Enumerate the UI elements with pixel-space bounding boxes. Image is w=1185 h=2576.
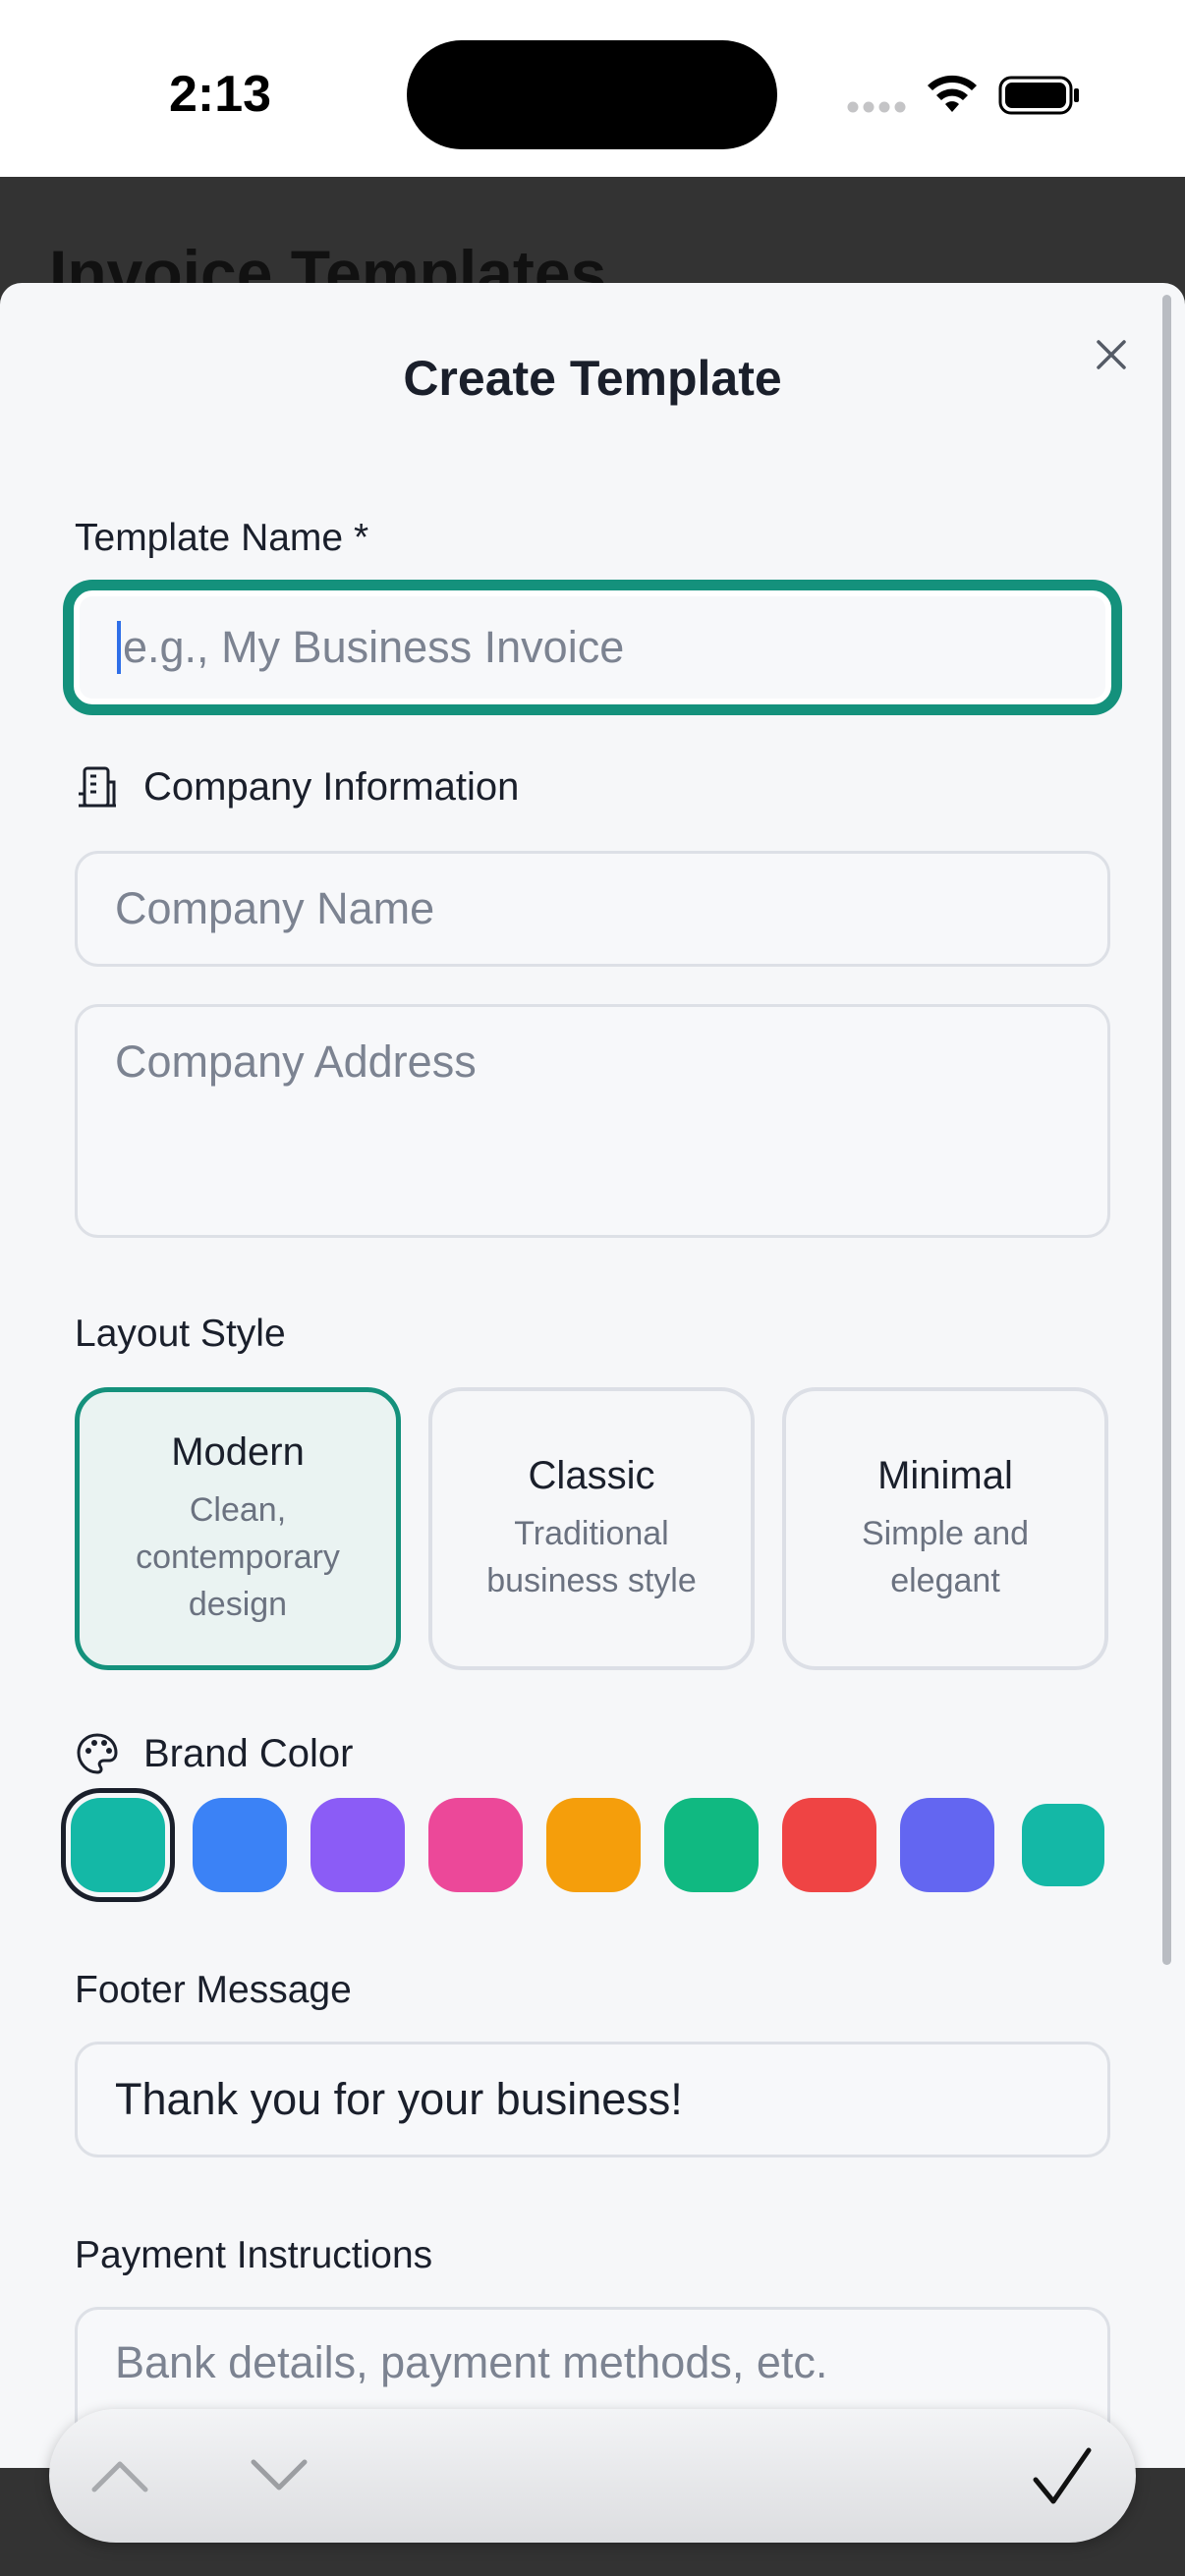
close-button[interactable] (1089, 332, 1134, 377)
brand-color-swatch[interactable] (546, 1798, 641, 1892)
dynamic-island (407, 40, 777, 149)
layout-style-label: Layout Style (75, 1313, 286, 1355)
battery-icon (998, 76, 1079, 115)
next-field-icon[interactable] (250, 2458, 309, 2493)
footer-message-label: Footer Message (75, 1969, 352, 2011)
layout-option-modern[interactable]: Modern Clean, contemporary design (75, 1387, 401, 1670)
layout-option-minimal[interactable]: Minimal Simple and elegant (782, 1387, 1108, 1670)
brand-color-label: Brand Color (143, 1731, 354, 1775)
layout-option-name: Modern (171, 1429, 305, 1474)
wifi-icon (928, 75, 977, 112)
palette-icon (77, 1733, 118, 1774)
layout-option-description: Simple and elegant (861, 1514, 1030, 1599)
template-name-label: Template Name * (75, 517, 369, 559)
brand-color-swatch[interactable] (310, 1798, 405, 1892)
brand-color-swatch[interactable] (782, 1798, 876, 1892)
done-checkmark-icon[interactable] (1032, 2446, 1093, 2507)
scrollbar[interactable] (1162, 295, 1171, 1965)
company-address-placeholder: Company Address (115, 1036, 477, 1087)
cellular-signal-icon (847, 101, 906, 113)
text-caret (117, 621, 121, 674)
company-information-label: Company Information (143, 764, 520, 809)
company-information-heading: Company Information (75, 764, 519, 810)
company-name-input[interactable]: Company Name (75, 851, 1110, 967)
template-name-input[interactable]: e.g., My Business Invoice (69, 586, 1116, 709)
footer-message-value: Thank you for your business! (115, 2074, 683, 2124)
footer-message-input[interactable]: Thank you for your business! (75, 2042, 1110, 2157)
payment-instructions-placeholder: Bank details, payment methods, etc. (115, 2337, 828, 2387)
brand-color-swatch[interactable] (664, 1798, 759, 1892)
brand-color-heading: Brand Color (75, 1731, 353, 1776)
brand-color-swatch[interactable] (71, 1798, 165, 1892)
layout-option-name: Minimal (877, 1453, 1013, 1497)
brand-color-swatch[interactable] (900, 1798, 994, 1892)
building-icon (79, 766, 116, 808)
close-icon (1097, 340, 1126, 369)
brand-color-swatch[interactable] (193, 1798, 287, 1892)
status-time: 2:13 (169, 66, 272, 123)
previous-field-icon[interactable] (90, 2458, 149, 2493)
layout-option-name: Classic (528, 1453, 655, 1497)
brand-color-swatch[interactable] (428, 1798, 523, 1892)
template-name-placeholder: e.g., My Business Invoice (123, 622, 625, 672)
company-address-input[interactable]: Company Address (75, 1004, 1110, 1238)
layout-option-classic[interactable]: Classic Traditional business style (428, 1387, 755, 1670)
status-bar: 2:13 (0, 0, 1185, 177)
background-page-title: Invoice Templates (49, 237, 607, 285)
payment-instructions-label: Payment Instructions (75, 2234, 433, 2276)
layout-option-description: Traditional business style (486, 1514, 697, 1599)
background-page: Invoice Templates (0, 177, 1185, 285)
company-name-placeholder: Company Name (115, 883, 435, 933)
sheet-title: Create Template (403, 351, 782, 406)
layout-option-description: Clean, contemporary design (136, 1490, 340, 1623)
keyboard-toolbar (49, 2409, 1136, 2543)
create-template-sheet: Create Template Template Name * e.g., My… (0, 283, 1185, 2474)
brand-color-swatch[interactable] (1022, 1804, 1104, 1886)
